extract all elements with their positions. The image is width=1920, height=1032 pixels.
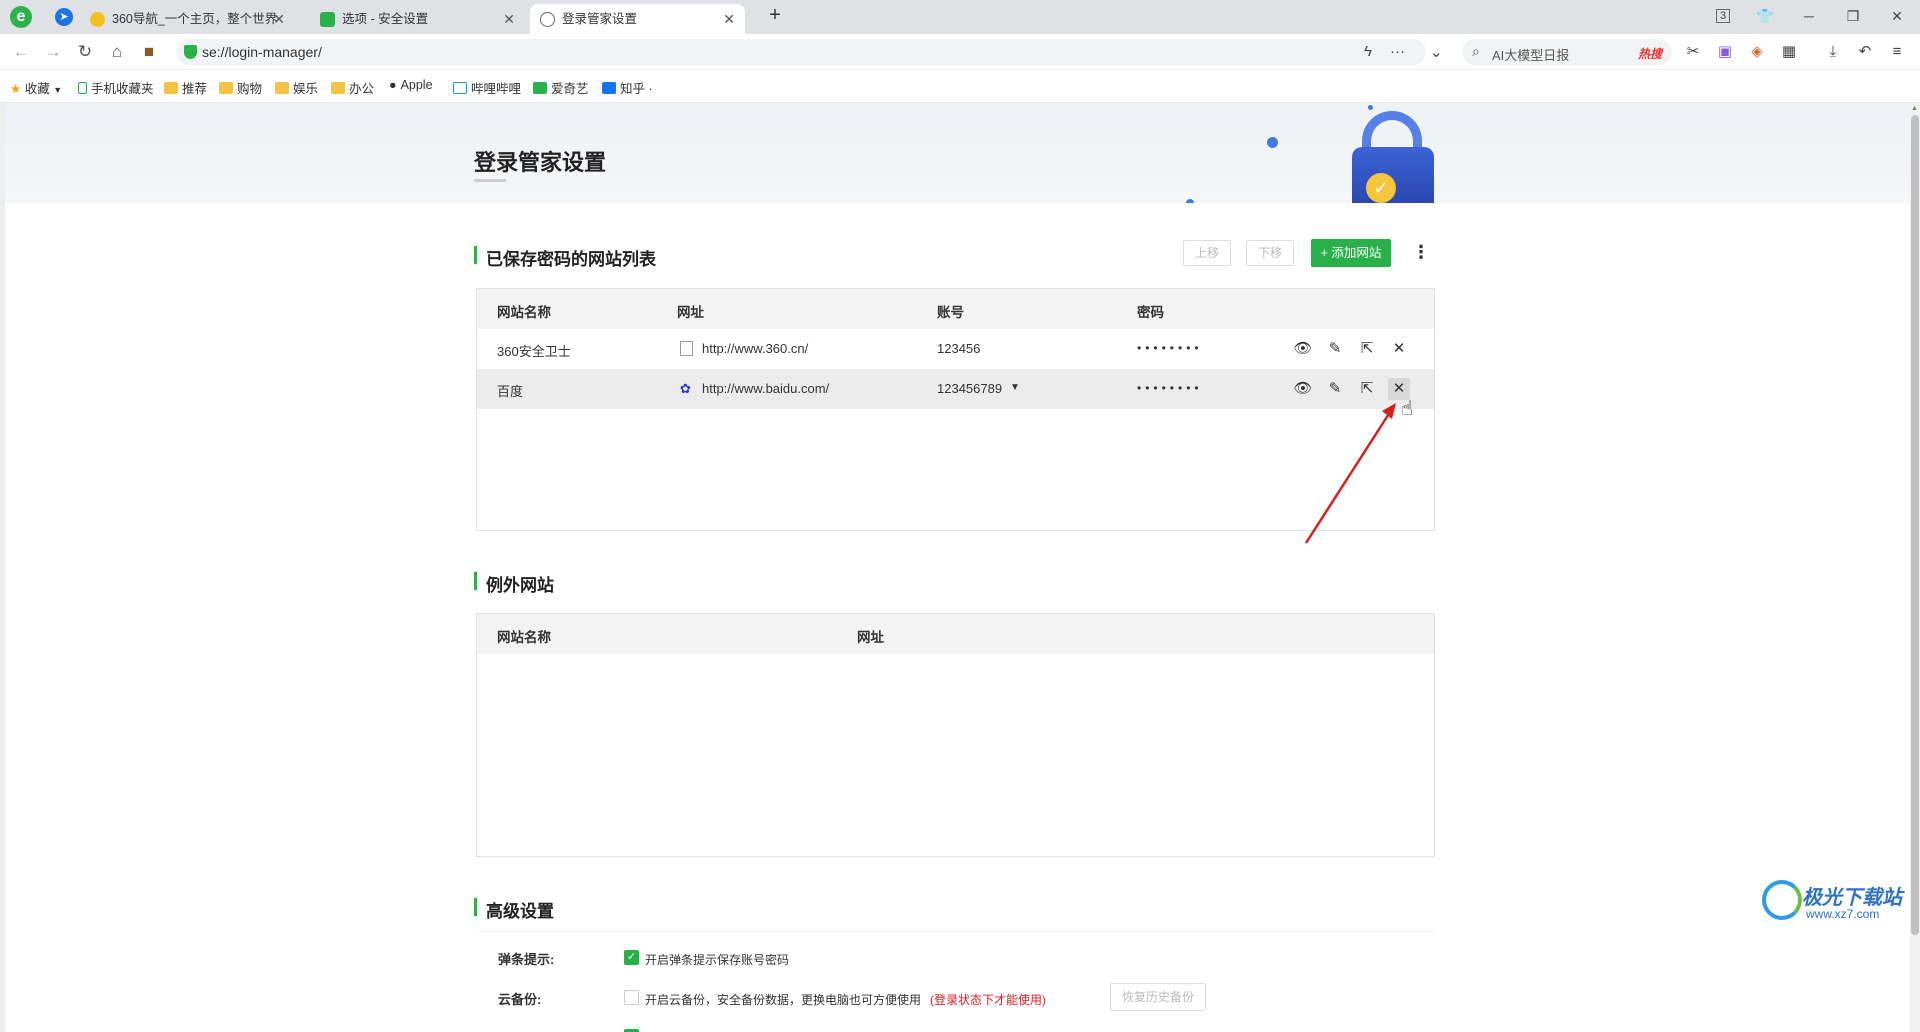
tab-label: 登录管家设置 (562, 12, 638, 26)
watermark-text: 极光下载站 (1802, 887, 1902, 909)
watermark-url: www.xz7.com (1806, 907, 1880, 921)
bookmarks-bar: ★ 收藏 ▼ 手机收藏夹 推荐 购物 娱乐 办公 ● Apple 哔哩哔哩 爱奇艺… (0, 70, 1920, 103)
tab-options[interactable]: 选项 - 安全设置 ✕ (310, 4, 525, 34)
minimize-icon[interactable]: ─ (1792, 4, 1826, 28)
address-url[interactable]: se://login-manager/ (202, 44, 322, 60)
vertical-scrollbar[interactable]: ▲ (1910, 103, 1920, 1032)
download-icon[interactable]: ⤓ (1822, 41, 1844, 63)
tab-360-nav[interactable]: 360导航_一个主页，整个世界 ✕ (80, 4, 295, 34)
bookmark-mobile[interactable]: 手机收藏夹 (78, 78, 154, 97)
apple-icon: ● (389, 78, 397, 92)
close-tab-icon[interactable]: ✕ (723, 4, 735, 34)
tab-bar: e ➤ 360导航_一个主页，整个世界 ✕ 选项 - 安全设置 ✕ 登录管家设置… (0, 0, 1920, 34)
bookmark-folder-entertainment[interactable]: 娱乐 (275, 78, 318, 97)
scissors-icon[interactable]: ✂ (1682, 41, 1704, 63)
address-bar[interactable]: se://login-manager/ ϟ ··· ⌄ (176, 39, 1443, 65)
star-icon: ★ (10, 82, 22, 96)
bilibili-icon (453, 82, 467, 94)
forward-icon[interactable]: → (40, 40, 66, 64)
folder-icon (275, 82, 289, 94)
back-icon[interactable]: ← (8, 40, 34, 64)
pinned-tab-icon[interactable]: ➤ (55, 8, 73, 26)
hand-cursor-icon: ☝ (1401, 398, 1414, 420)
tab-count-icon[interactable]: 3 (1706, 4, 1740, 28)
briefcase-icon[interactable]: ■ (136, 40, 162, 64)
new-tab-button[interactable]: + (760, 4, 790, 30)
browser-logo-icon[interactable]: e (10, 6, 32, 28)
login-manager-page: 登录管家设置 ✓ 已保存密码的网站列表 上移 下移 + 添加网站 ⋮ 网站名称 … (0, 103, 1920, 1032)
scroll-up-icon[interactable]: ▲ (1911, 105, 1918, 112)
tab-label: 选项 - 安全设置 (342, 12, 429, 26)
zhihu-icon (602, 82, 616, 94)
refresh-icon[interactable]: ↻ (72, 40, 98, 64)
scrollbar-thumb[interactable] (1911, 115, 1919, 935)
annotation-arrow (1304, 403, 1396, 544)
bookmark-zhihu[interactable]: 知乎 · (602, 78, 653, 97)
home-icon[interactable]: ⌂ (104, 40, 130, 64)
bookmark-folder-recommend[interactable]: 推荐 (164, 78, 207, 97)
restore-icon[interactable]: ❐ (1836, 4, 1870, 28)
navigation-toolbar: ← → ↻ ⌂ ■ se://login-manager/ ϟ ··· ⌄ ⌕ … (0, 34, 1920, 70)
search-box[interactable]: ⌕ AI大模型日报 热搜 (1462, 39, 1672, 65)
phone-icon (78, 82, 87, 94)
bookmark-folder-shopping[interactable]: 购物 (219, 78, 262, 97)
bookmark-folder-office[interactable]: 办公 (331, 78, 374, 97)
folder-icon (164, 82, 178, 94)
bookmark-apple[interactable]: ● Apple (389, 78, 433, 92)
skin-icon[interactable]: 👕 (1748, 4, 1782, 28)
bookmark-bilibili[interactable]: 哔哩哔哩 (453, 78, 521, 97)
bookmark-favorites[interactable]: ★ 收藏 ▼ (10, 78, 62, 97)
translate-icon[interactable]: ▣ (1714, 41, 1736, 63)
close-tab-icon[interactable]: ✕ (503, 4, 515, 34)
globe-icon (540, 12, 555, 27)
360-nav-icon (90, 12, 105, 27)
search-placeholder: AI大模型日报 (1492, 48, 1570, 63)
chevron-down-icon: ▼ (53, 85, 63, 95)
iqiyi-icon (533, 82, 547, 94)
bookmark-iqiyi[interactable]: 爱奇艺 (533, 78, 589, 97)
secure-shield-icon (184, 45, 197, 59)
tab-login-manager[interactable]: 登录管家设置 ✕ (530, 4, 745, 34)
close-window-icon[interactable]: ✕ (1880, 4, 1914, 28)
menu-icon[interactable]: ≡ (1886, 41, 1908, 63)
apps-grid-icon[interactable]: ▦ (1778, 41, 1800, 63)
hot-search-badge[interactable]: 热搜 (1638, 45, 1662, 62)
options-icon (320, 12, 335, 27)
folder-icon (331, 82, 345, 94)
game-icon[interactable]: ◈ (1746, 41, 1768, 63)
more-dots-icon[interactable]: ··· (1390, 43, 1405, 60)
watermark-logo (1762, 880, 1802, 920)
lightning-icon[interactable]: ϟ (1364, 43, 1372, 60)
tab-label: 360导航_一个主页，整个世界 (112, 12, 278, 26)
search-icon: ⌕ (1472, 43, 1480, 59)
folder-icon (219, 82, 233, 94)
undo-icon[interactable]: ↶ (1854, 41, 1876, 63)
close-tab-icon[interactable]: ✕ (273, 4, 285, 34)
chevron-down-icon[interactable]: ⌄ (1430, 43, 1443, 61)
